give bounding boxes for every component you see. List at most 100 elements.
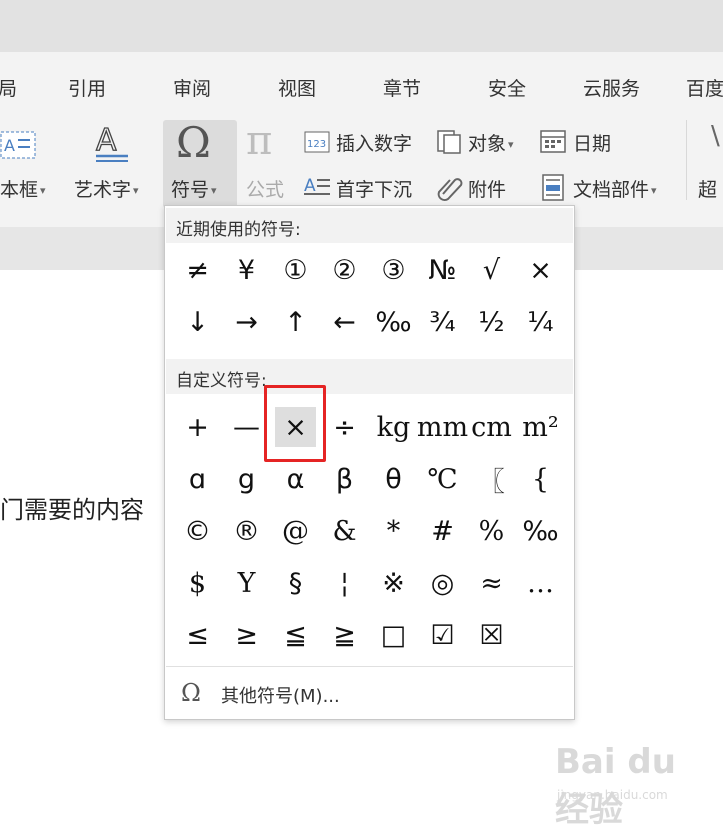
art-text-icon[interactable]: A — [92, 122, 132, 164]
custom-symbol[interactable]: β — [320, 453, 369, 505]
insert-number-button[interactable]: 插入数字 — [336, 129, 412, 156]
omega-icon: Ω — [181, 679, 201, 707]
selection-highlight-box — [264, 385, 326, 462]
custom-symbol[interactable]: m² — [516, 401, 565, 453]
svg-text:A: A — [96, 123, 117, 158]
custom-symbol[interactable]: ɑ — [173, 453, 222, 505]
recent-symbol[interactable]: ½ — [467, 296, 516, 348]
custom-symbol[interactable]: + — [173, 401, 222, 453]
recent-symbol[interactable]: → — [222, 296, 271, 348]
textbox-icon[interactable]: A — [0, 126, 38, 162]
omega-icon[interactable]: Ω — [176, 118, 211, 167]
custom-symbol[interactable]: % — [467, 505, 516, 557]
custom-symbols-header: 自定义符号: — [166, 359, 573, 394]
document-parts-icon[interactable] — [538, 172, 568, 202]
tab-chapter[interactable]: 章节 — [383, 74, 421, 101]
custom-symbol[interactable]: { — [516, 453, 565, 505]
custom-symbol[interactable]: ‰ — [516, 505, 565, 557]
chevron-down-icon: ▾ — [40, 184, 46, 197]
custom-symbol[interactable]: θ — [369, 453, 418, 505]
hyperlink-button[interactable]: 超 — [698, 175, 717, 202]
chevron-down-icon: ▾ — [211, 184, 217, 197]
drop-cap-icon[interactable]: A — [302, 172, 332, 202]
recent-symbol[interactable]: ↑ — [271, 296, 320, 348]
title-bar — [0, 0, 723, 52]
document-text[interactable]: 门需要的内容 — [0, 490, 144, 525]
recent-symbol[interactable]: ¼ — [516, 296, 565, 348]
custom-symbol[interactable]: kg — [369, 401, 418, 453]
custom-symbol[interactable]: @ — [271, 505, 320, 557]
formula-button: 公式 — [246, 179, 285, 201]
custom-symbol[interactable]: cm — [467, 401, 516, 453]
recent-symbol[interactable]: ¥ — [222, 244, 271, 296]
recent-symbol[interactable]: × — [516, 244, 565, 296]
custom-symbol[interactable]: ≥ — [222, 609, 271, 661]
custom-symbol[interactable]: 〖 — [467, 453, 516, 505]
recent-symbol[interactable]: ≠ — [173, 244, 222, 296]
date-button[interactable]: 日期 — [573, 129, 611, 156]
recent-symbol[interactable]: √ — [467, 244, 516, 296]
chevron-down-icon: ▾ — [508, 138, 514, 151]
ribbon-separator — [686, 120, 687, 200]
custom-symbol[interactable]: mm — [417, 401, 468, 453]
textbox-button[interactable]: 本框 ▾ — [0, 175, 46, 202]
recent-symbol[interactable]: ¾ — [418, 296, 467, 348]
recent-symbol[interactable]: ① — [271, 244, 320, 296]
svg-text:A: A — [4, 136, 15, 155]
object-button[interactable]: 对象 ▾ — [468, 129, 514, 156]
custom-symbol[interactable]: ☒ — [467, 609, 516, 661]
insert-number-icon[interactable]: 123 — [302, 126, 332, 156]
custom-symbol[interactable]: ® — [222, 505, 271, 557]
paperclip-icon[interactable] — [434, 172, 464, 202]
custom-symbol[interactable]: ※ — [369, 557, 418, 609]
calendar-icon[interactable] — [538, 126, 568, 156]
custom-symbol[interactable]: ≦ — [271, 609, 320, 661]
pi-icon: π — [246, 118, 273, 164]
custom-symbol[interactable]: ℃ — [418, 453, 467, 505]
tab-review[interactable]: 审阅 — [173, 74, 211, 101]
recent-symbol[interactable]: № — [418, 244, 467, 296]
svg-text:123: 123 — [307, 139, 326, 150]
recent-symbol[interactable]: ② — [320, 244, 369, 296]
custom-symbol[interactable]: ≤ — [173, 609, 222, 661]
tab-view[interactable]: 视图 — [278, 74, 316, 101]
attachment-button[interactable]: 附件 — [468, 175, 506, 202]
recent-symbol[interactable]: ↓ — [173, 296, 222, 348]
custom-symbol[interactable]: ÷ — [320, 401, 369, 453]
object-icon[interactable] — [434, 126, 464, 156]
more-symbols-label: 其他符号(M)... — [221, 686, 340, 707]
art-text-button[interactable]: 艺术字 ▾ — [74, 175, 139, 202]
tab-layout[interactable]: 局 — [0, 74, 17, 101]
recent-symbol[interactable]: ③ — [369, 244, 418, 296]
baidu-watermark: Bai du 经验 jingyan.baidu.com — [555, 742, 676, 830]
custom-symbol[interactable]: Y — [222, 557, 271, 609]
custom-symbol[interactable]: # — [418, 505, 467, 557]
custom-symbol[interactable]: $ — [173, 557, 222, 609]
recent-symbol[interactable]: ← — [320, 296, 369, 348]
custom-symbol[interactable]: □ — [369, 609, 418, 661]
custom-symbols-grid: + — × ÷ kg mm cm m² ɑ g α β θ ℃ 〖{© ® @ & * #% ‰ $ Y § ¦ ※ ◎ ≈… ≤ ≥ ≦ ≧… — [173, 401, 565, 661]
custom-symbol[interactable]: & — [320, 505, 369, 557]
custom-symbol[interactable]: ☑ — [418, 609, 467, 661]
custom-symbol[interactable]: § — [271, 557, 320, 609]
recent-symbol[interactable]: ‰ — [369, 296, 418, 348]
custom-symbol[interactable]: * — [369, 505, 418, 557]
chevron-down-icon: ▾ — [133, 184, 139, 197]
symbol-dropdown: 近期使用的符号: ≠ ¥ ① ② ③ № √ × ↓ → ↑ ← ‰ ¾ ½ ¼ 自定义符号: + — × ÷ kg m… — [164, 205, 575, 720]
custom-symbol[interactable]: ≧ — [320, 609, 369, 661]
custom-symbol[interactable]: ◎ — [418, 557, 467, 609]
tab-baidu[interactable]: 百度 — [686, 74, 723, 101]
document-parts-button[interactable]: 文档部件 ▾ — [573, 175, 657, 202]
custom-symbol[interactable]: ¦ — [320, 557, 369, 609]
hyperlink-icon[interactable]: ∖ — [706, 122, 723, 152]
more-symbols-item[interactable]: Ω 其他符号(M)... — [165, 668, 574, 718]
drop-cap-button[interactable]: 首字下沉 — [336, 175, 412, 202]
chevron-down-icon: ▾ — [651, 184, 657, 197]
custom-symbol[interactable]: ≈ — [467, 557, 516, 609]
custom-symbol[interactable]: © — [173, 505, 222, 557]
tab-references[interactable]: 引用 — [68, 74, 106, 101]
symbol-button[interactable]: 符号 ▾ — [171, 175, 217, 202]
custom-symbol[interactable]: … — [516, 557, 565, 609]
tab-security[interactable]: 安全 — [488, 74, 526, 101]
tab-cloud-service[interactable]: 云服务 — [583, 74, 640, 101]
